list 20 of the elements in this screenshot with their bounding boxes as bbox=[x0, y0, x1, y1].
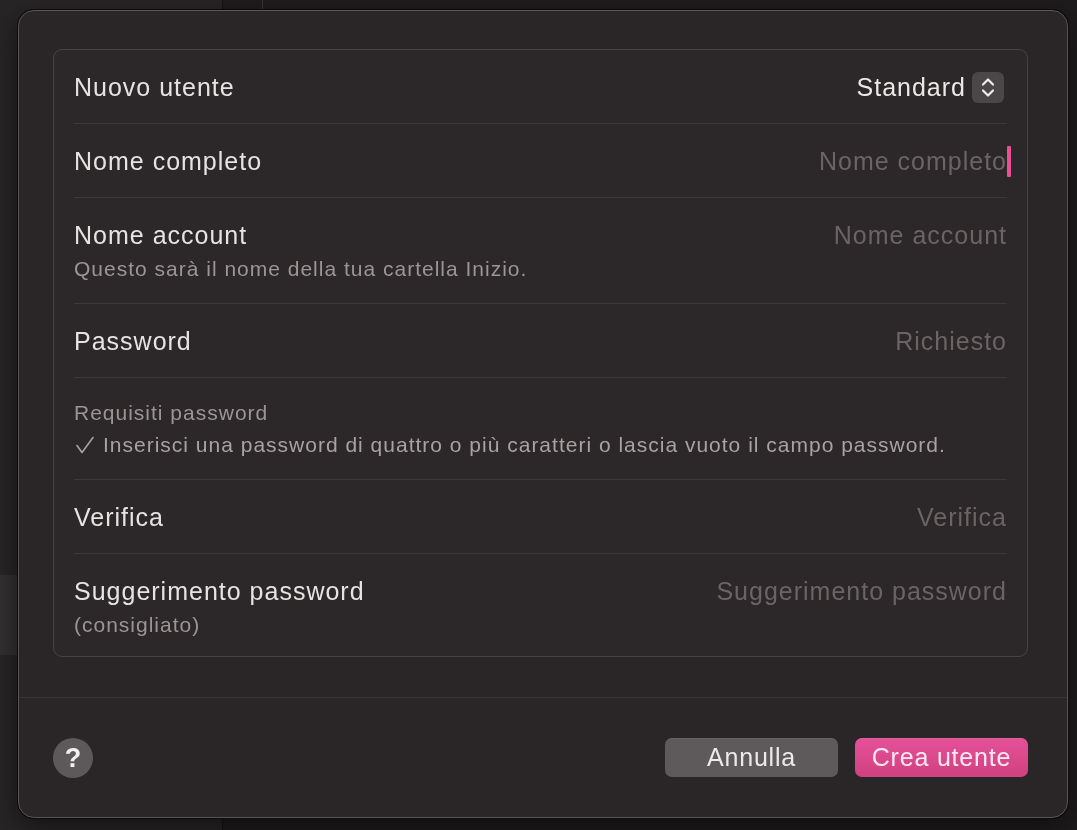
text-field[interactable]: Verifica bbox=[587, 503, 1007, 531]
field-label: Nome completo bbox=[74, 147, 263, 175]
text-field[interactable]: Suggerimento password bbox=[587, 577, 1007, 605]
field-hint: Questo sarà il nome della tua cartella Inizio. bbox=[74, 257, 528, 281]
field-label: Suggerimento password bbox=[74, 577, 365, 605]
field-hint: (consigliato) bbox=[74, 613, 202, 637]
text-field[interactable]: Richiesto bbox=[587, 327, 1007, 355]
text-field[interactable]: Nome completo bbox=[587, 147, 1007, 175]
text-field[interactable]: Nome account bbox=[587, 221, 1007, 249]
confirm-button[interactable]: Crea utente bbox=[855, 738, 1028, 777]
field-label: Verifica bbox=[74, 503, 164, 531]
field-label: Nome account bbox=[74, 221, 249, 249]
account-type-popup[interactable]: Standard bbox=[856, 71, 1004, 103]
requirement-text: Inserisci una password di quattro o più caratteri o lascia vuoto il campo password. bbox=[103, 433, 946, 457]
field-label: Password bbox=[74, 327, 192, 355]
help-button[interactable]: ? bbox=[53, 737, 93, 778]
chevron-up-down-icon bbox=[972, 71, 1004, 103]
row-label: Nuovo utente bbox=[74, 73, 235, 101]
requirements-heading: Requisiti password bbox=[74, 401, 270, 425]
cancel-button[interactable]: Annulla bbox=[665, 738, 838, 777]
